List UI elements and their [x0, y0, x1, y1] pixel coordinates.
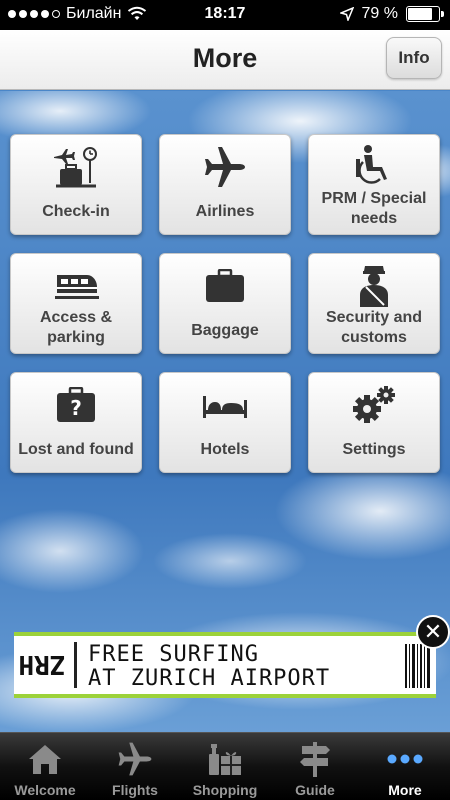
tab-flights[interactable]: Flights	[90, 733, 180, 800]
lost-luggage-icon: ?	[57, 387, 95, 422]
tab-welcome[interactable]: Welcome	[0, 733, 90, 800]
check-in-tile[interactable]: Check-in	[10, 134, 142, 235]
airplane-icon	[118, 742, 152, 776]
status-bar: Билайн 18:17 79 %	[0, 0, 450, 30]
access-parking-tile[interactable]: Access & parking	[10, 253, 142, 354]
navigation-bar: More Info	[0, 30, 450, 90]
tab-label: Guide	[295, 782, 335, 798]
suitcase-icon	[206, 269, 244, 302]
location-arrow-icon	[339, 7, 354, 21]
ad-line-1: FREE SURFING	[88, 642, 259, 667]
close-ad-button[interactable]: ✕	[416, 615, 450, 649]
tab-shopping[interactable]: Shopping	[180, 733, 270, 800]
svg-text:ZRH: ZRH	[19, 649, 66, 679]
tab-label: Welcome	[14, 782, 76, 798]
tile-label: Security and customs	[325, 309, 423, 346]
check-in-icon	[54, 147, 97, 188]
ad-banner[interactable]: ZRH FREE SURFING AT ZURICH AIRPORT	[14, 632, 436, 698]
tile-label: Baggage	[191, 322, 259, 339]
shopping-icon	[209, 744, 241, 775]
signpost-icon	[300, 742, 330, 777]
tab-label: Flights	[112, 782, 158, 798]
settings-tile[interactable]: Settings	[308, 372, 440, 473]
page-title: More	[192, 43, 258, 73]
info-button[interactable]: Info	[386, 37, 442, 79]
home-icon	[29, 745, 61, 774]
security-customs-tile[interactable]: Security and customs	[308, 253, 440, 354]
tile-label: Access & parking	[39, 309, 113, 346]
bed-icon	[203, 396, 247, 418]
tile-label: Lost and found	[18, 441, 134, 458]
ad-divider	[74, 642, 77, 688]
tile-label: PRM / Special needs	[321, 190, 427, 227]
lost-and-found-tile[interactable]: ? Lost and found	[10, 372, 142, 473]
tab-label: More	[388, 782, 422, 798]
ad-line-2: AT ZURICH AIRPORT	[88, 666, 331, 691]
tab-more[interactable]: More	[360, 733, 450, 800]
hotels-tile[interactable]: Hotels	[159, 372, 291, 473]
tile-label: Hotels	[200, 441, 250, 458]
train-icon	[55, 275, 99, 299]
tab-bar: Welcome Flights Shopping Guide More	[0, 732, 450, 800]
tab-label: Shopping	[192, 782, 258, 798]
airlines-tile[interactable]: Airlines	[159, 134, 291, 235]
battery-icon	[406, 6, 444, 22]
barcode-icon	[405, 644, 430, 688]
gears-icon	[353, 386, 395, 423]
tile-label: Airlines	[195, 203, 255, 220]
more-dots-icon	[387, 754, 423, 764]
prm-special-needs-tile[interactable]: PRM / Special needs	[308, 134, 440, 235]
ad-text: FREE SURFING AT ZURICH AIRPORT	[88, 643, 330, 691]
tile-label: Check-in	[42, 203, 110, 220]
baggage-tile[interactable]: Baggage	[159, 253, 291, 354]
svg-text:?: ?	[70, 396, 82, 420]
battery-percent: 79 %	[361, 5, 398, 22]
menu-grid: Check-in Airlines PRM / Special needs Ac…	[10, 134, 440, 473]
tab-guide[interactable]: Guide	[270, 733, 360, 800]
airplane-icon	[205, 147, 245, 187]
wheelchair-icon	[356, 145, 387, 184]
tile-label: Settings	[342, 441, 406, 458]
security-officer-icon	[360, 266, 388, 307]
zrh-logo: ZRH	[19, 649, 66, 679]
